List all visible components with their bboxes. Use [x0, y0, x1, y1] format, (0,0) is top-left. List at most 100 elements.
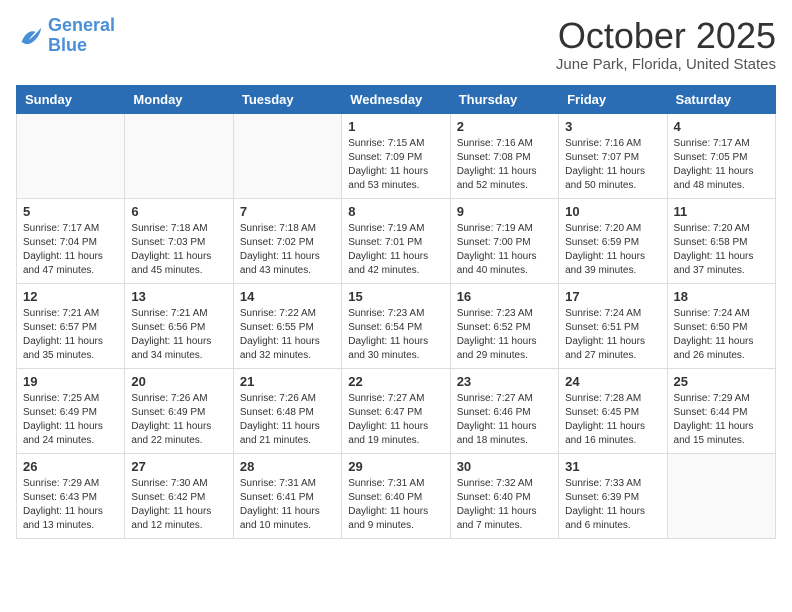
day-info: Sunrise: 7:21 AM Sunset: 6:56 PM Dayligh…	[131, 307, 226, 363]
day-number: 7	[240, 204, 335, 219]
day-number: 21	[240, 374, 335, 389]
table-row: 2Sunrise: 7:16 AM Sunset: 7:08 PM Daylig…	[450, 113, 558, 198]
day-info: Sunrise: 7:31 AM Sunset: 6:40 PM Dayligh…	[348, 477, 443, 533]
table-row: 1 Sunrise: 7:15 AM Sunset: 7:09 PM Daylig…	[342, 113, 450, 198]
day-info: Sunrise: 7:30 AM Sunset: 6:42 PM Dayligh…	[131, 477, 226, 533]
day-number: 17	[565, 289, 660, 304]
day-number: 11	[674, 204, 769, 219]
table-row: 25 Sunrise: 7:29 AM Sunset: 6:44 PM Dayli…	[667, 368, 775, 453]
day-number: 9	[457, 204, 552, 219]
calendar-week-row: 5Sunrise: 7:17 AM Sunset: 7:04 PM Daylig…	[17, 198, 776, 283]
location: June Park, Florida, United States	[556, 56, 776, 73]
day-info: Sunrise: 7:20 AM Sunset: 6:59 PM Dayligh…	[565, 222, 660, 278]
calendar-week-row: 12 Sunrise: 7:21 AM Sunset: 6:57 PM Dayli…	[17, 283, 776, 368]
day-number: 31	[565, 459, 660, 474]
table-row: 15 Sunrise: 7:23 AM Sunset: 6:54 PM Dayli…	[342, 283, 450, 368]
calendar-table: Sunday Monday Tuesday Wednesday Thursday…	[16, 85, 776, 539]
day-number: 28	[240, 459, 335, 474]
day-info: Sunrise: 7:20 AM Sunset: 6:58 PM Dayligh…	[674, 222, 769, 278]
day-info: Sunrise: 7:16 AM Sunset: 7:07 PM Dayligh…	[565, 137, 660, 193]
day-info: Sunrise: 7:21 AM Sunset: 6:57 PM Dayligh…	[23, 307, 118, 363]
header-tuesday: Tuesday	[233, 85, 341, 113]
day-number: 13	[131, 289, 226, 304]
day-info: Sunrise: 7:19 AM Sunset: 7:00 PM Dayligh…	[457, 222, 552, 278]
day-info: Sunrise: 7:24 AM Sunset: 6:50 PM Dayligh…	[674, 307, 769, 363]
day-number: 10	[565, 204, 660, 219]
day-info: Sunrise: 7:29 AM Sunset: 6:44 PM Dayligh…	[674, 392, 769, 448]
table-row: 11 Sunrise: 7:20 AM Sunset: 6:58 PM Dayli…	[667, 198, 775, 283]
day-number: 8	[348, 204, 443, 219]
table-row: 24 Sunrise: 7:28 AM Sunset: 6:45 PM Dayli…	[559, 368, 667, 453]
day-number: 12	[23, 289, 118, 304]
header-sunday: Sunday	[17, 85, 125, 113]
table-row: 23 Sunrise: 7:27 AM Sunset: 6:46 PM Dayli…	[450, 368, 558, 453]
table-row: 6 Sunrise: 7:18 AM Sunset: 7:03 PM Daylig…	[125, 198, 233, 283]
day-number: 2	[457, 119, 552, 134]
table-row: 18 Sunrise: 7:24 AM Sunset: 6:50 PM Dayli…	[667, 283, 775, 368]
day-info: Sunrise: 7:28 AM Sunset: 6:45 PM Dayligh…	[565, 392, 660, 448]
day-info: Sunrise: 7:26 AM Sunset: 6:49 PM Dayligh…	[131, 392, 226, 448]
header-thursday: Thursday	[450, 85, 558, 113]
calendar-week-row: 19 Sunrise: 7:25 AM Sunset: 6:49 PM Dayli…	[17, 368, 776, 453]
table-row: 16Sunrise: 7:23 AM Sunset: 6:52 PM Dayli…	[450, 283, 558, 368]
day-number: 16	[457, 289, 552, 304]
day-info: Sunrise: 7:17 AM Sunset: 7:04 PM Dayligh…	[23, 222, 118, 278]
header-wednesday: Wednesday	[342, 85, 450, 113]
table-row: 30 Sunrise: 7:32 AM Sunset: 6:40 PM Dayli…	[450, 453, 558, 538]
day-info: Sunrise: 7:22 AM Sunset: 6:55 PM Dayligh…	[240, 307, 335, 363]
day-info: Sunrise: 7:19 AM Sunset: 7:01 PM Dayligh…	[348, 222, 443, 278]
table-row: 29 Sunrise: 7:31 AM Sunset: 6:40 PM Dayli…	[342, 453, 450, 538]
day-info: Sunrise: 7:31 AM Sunset: 6:41 PM Dayligh…	[240, 477, 335, 533]
table-row: 12 Sunrise: 7:21 AM Sunset: 6:57 PM Dayli…	[17, 283, 125, 368]
day-info: Sunrise: 7:17 AM Sunset: 7:05 PM Dayligh…	[674, 137, 769, 193]
day-info: Sunrise: 7:24 AM Sunset: 6:51 PM Dayligh…	[565, 307, 660, 363]
day-number: 30	[457, 459, 552, 474]
day-number: 18	[674, 289, 769, 304]
day-number: 1	[348, 119, 443, 134]
title-section: October 2025 June Park, Florida, United …	[556, 16, 776, 73]
day-info: Sunrise: 7:27 AM Sunset: 6:47 PM Dayligh…	[348, 392, 443, 448]
table-row: 26Sunrise: 7:29 AM Sunset: 6:43 PM Dayli…	[17, 453, 125, 538]
table-row: 7 Sunrise: 7:18 AM Sunset: 7:02 PM Daylig…	[233, 198, 341, 283]
day-number: 19	[23, 374, 118, 389]
table-row: 3Sunrise: 7:16 AM Sunset: 7:07 PM Daylig…	[559, 113, 667, 198]
day-number: 22	[348, 374, 443, 389]
day-number: 29	[348, 459, 443, 474]
table-row: 5Sunrise: 7:17 AM Sunset: 7:04 PM Daylig…	[17, 198, 125, 283]
table-row: 10 Sunrise: 7:20 AM Sunset: 6:59 PM Dayli…	[559, 198, 667, 283]
table-row	[233, 113, 341, 198]
logo: General Blue	[16, 16, 115, 56]
table-row: 4Sunrise: 7:17 AM Sunset: 7:05 PM Daylig…	[667, 113, 775, 198]
table-row: 20Sunrise: 7:26 AM Sunset: 6:49 PM Dayli…	[125, 368, 233, 453]
table-row: 9 Sunrise: 7:19 AM Sunset: 7:00 PM Daylig…	[450, 198, 558, 283]
day-number: 6	[131, 204, 226, 219]
table-row: 19 Sunrise: 7:25 AM Sunset: 6:49 PM Dayli…	[17, 368, 125, 453]
day-number: 26	[23, 459, 118, 474]
day-number: 23	[457, 374, 552, 389]
day-number: 15	[348, 289, 443, 304]
day-number: 25	[674, 374, 769, 389]
day-info: Sunrise: 7:25 AM Sunset: 6:49 PM Dayligh…	[23, 392, 118, 448]
table-row: 28 Sunrise: 7:31 AM Sunset: 6:41 PM Dayli…	[233, 453, 341, 538]
day-info: Sunrise: 7:27 AM Sunset: 6:46 PM Dayligh…	[457, 392, 552, 448]
day-info: Sunrise: 7:33 AM Sunset: 6:39 PM Dayligh…	[565, 477, 660, 533]
day-info: Sunrise: 7:23 AM Sunset: 6:54 PM Dayligh…	[348, 307, 443, 363]
month-title: October 2025	[556, 16, 776, 56]
day-info: Sunrise: 7:18 AM Sunset: 7:03 PM Dayligh…	[131, 222, 226, 278]
header-friday: Friday	[559, 85, 667, 113]
table-row: 31 Sunrise: 7:33 AM Sunset: 6:39 PM Dayli…	[559, 453, 667, 538]
calendar-week-row: 1 Sunrise: 7:15 AM Sunset: 7:09 PM Daylig…	[17, 113, 776, 198]
table-row: 8 Sunrise: 7:19 AM Sunset: 7:01 PM Daylig…	[342, 198, 450, 283]
header-saturday: Saturday	[667, 85, 775, 113]
calendar-header-row: Sunday Monday Tuesday Wednesday Thursday…	[17, 85, 776, 113]
day-info: Sunrise: 7:32 AM Sunset: 6:40 PM Dayligh…	[457, 477, 552, 533]
day-info: Sunrise: 7:18 AM Sunset: 7:02 PM Dayligh…	[240, 222, 335, 278]
table-row: 17 Sunrise: 7:24 AM Sunset: 6:51 PM Dayli…	[559, 283, 667, 368]
table-row: 14Sunrise: 7:22 AM Sunset: 6:55 PM Dayli…	[233, 283, 341, 368]
header-monday: Monday	[125, 85, 233, 113]
table-row	[667, 453, 775, 538]
table-row	[17, 113, 125, 198]
day-number: 27	[131, 459, 226, 474]
day-number: 24	[565, 374, 660, 389]
day-info: Sunrise: 7:15 AM Sunset: 7:09 PM Dayligh…	[348, 137, 443, 193]
